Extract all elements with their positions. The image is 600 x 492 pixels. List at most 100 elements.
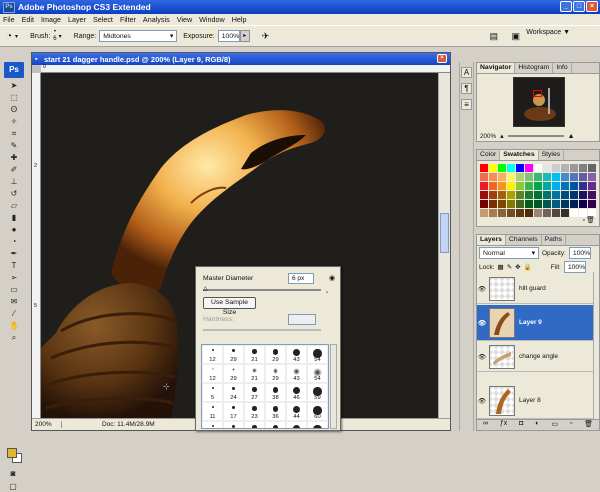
color-swatch[interactable]: [507, 164, 515, 172]
color-swatch[interactable]: [570, 191, 578, 199]
brush-picker-arrow-icon[interactable]: ▾: [59, 33, 62, 40]
menu-layer[interactable]: Layer: [68, 15, 86, 24]
color-swatch[interactable]: [552, 182, 560, 190]
delete-layer-icon[interactable]: 🗑: [584, 420, 593, 430]
eraser-tool-icon[interactable]: ▱: [8, 200, 20, 211]
paragraph-panel-icon[interactable]: ¶: [461, 83, 472, 94]
color-swatch[interactable]: [588, 191, 596, 199]
brush-preset[interactable]: 43: [265, 421, 286, 428]
clone-stamp-tool-icon[interactable]: ⊥: [8, 176, 20, 187]
brush-preset[interactable]: 36: [265, 402, 286, 421]
color-swatch[interactable]: [552, 173, 560, 181]
blur-tool-icon[interactable]: ●: [8, 224, 20, 235]
zoom-out-icon[interactable]: ▴: [500, 132, 504, 140]
color-swatch[interactable]: [516, 164, 524, 172]
tab-color[interactable]: Color: [477, 150, 501, 160]
color-swatch[interactable]: [489, 191, 497, 199]
color-swatch[interactable]: [525, 173, 533, 181]
brush-preset[interactable]: 11: [202, 402, 223, 421]
lock-pixels-icon[interactable]: ✎: [507, 263, 512, 271]
new-layer-icon[interactable]: ▫: [570, 420, 572, 430]
brush-preset[interactable]: 5: [202, 383, 223, 402]
slider-handle-icon[interactable]: △: [203, 285, 208, 292]
color-swatch[interactable]: [525, 209, 533, 217]
color-swatch[interactable]: [489, 173, 497, 181]
color-swatch[interactable]: [543, 173, 551, 181]
brush-preset[interactable]: 14: [202, 421, 223, 428]
scrollbar-thumb[interactable]: [440, 213, 449, 253]
exposure-input[interactable]: 100%: [217, 30, 240, 42]
brush-preset[interactable]: 21: [244, 345, 265, 364]
brush-preset[interactable]: 56: [286, 421, 307, 428]
lock-position-icon[interactable]: ✥: [515, 263, 520, 271]
visibility-eye-icon[interactable]: 👁: [477, 319, 487, 327]
brush-preset[interactable]: 29: [223, 345, 244, 364]
color-swatch[interactable]: [543, 164, 551, 172]
document-close-button[interactable]: ×: [437, 54, 447, 63]
pen-tool-icon[interactable]: ✒: [8, 248, 20, 259]
color-swatch[interactable]: [480, 164, 488, 172]
layer-row-hilt-guard[interactable]: 👁 hilt guard: [477, 274, 594, 304]
airbrush-icon[interactable]: ✈: [262, 31, 270, 42]
lasso-tool-icon[interactable]: ʘ: [8, 104, 20, 115]
color-swatch[interactable]: [561, 173, 569, 181]
view-area-indicator[interactable]: [533, 90, 542, 97]
color-swatch[interactable]: [525, 200, 533, 208]
zoom-level[interactable]: 200%: [32, 421, 62, 428]
vertical-scrollbar[interactable]: [438, 73, 450, 418]
minimize-button[interactable]: _: [560, 1, 572, 12]
brush-preset[interactable]: 38: [265, 383, 286, 402]
layer-row-layer-8[interactable]: 👁 Layer 8: [477, 383, 594, 419]
color-swatch[interactable]: [561, 164, 569, 172]
color-swatch[interactable]: [588, 182, 596, 190]
zoom-tool-icon[interactable]: ⌕: [8, 332, 20, 343]
color-swatch[interactable]: [552, 164, 560, 172]
dodge-tool-icon[interactable]: ◔: [6, 31, 12, 42]
color-swatch[interactable]: [534, 164, 542, 172]
color-swatch[interactable]: [561, 182, 569, 190]
close-button[interactable]: ×: [586, 1, 598, 12]
color-swatch[interactable]: [489, 209, 497, 217]
reset-diameter-icon[interactable]: ▫: [326, 290, 328, 296]
maximize-button[interactable]: □: [573, 1, 585, 12]
color-swatch[interactable]: [498, 173, 506, 181]
menu-help[interactable]: Help: [232, 15, 247, 24]
color-swatch[interactable]: [570, 173, 578, 181]
color-swatch[interactable]: [507, 173, 515, 181]
color-swatch[interactable]: [534, 209, 542, 217]
brush-preset[interactable]: 54: [307, 364, 328, 383]
menu-view[interactable]: View: [177, 15, 192, 24]
marquee-tool-icon[interactable]: ⬚: [8, 92, 20, 103]
dodge-tool-icon[interactable]: ◔: [8, 236, 20, 247]
exposure-slider-button[interactable]: ▸: [239, 30, 250, 42]
color-swatch[interactable]: [498, 209, 506, 217]
layer-mask-icon[interactable]: ◘: [519, 420, 523, 430]
color-swatch[interactable]: [516, 191, 524, 199]
color-swatch[interactable]: [579, 182, 587, 190]
brush-preset[interactable]: 59: [307, 383, 328, 402]
menu-file[interactable]: File: [3, 15, 15, 24]
trash-icon[interactable]: 🗑: [586, 216, 595, 224]
brush-preset[interactable]: 68: [307, 421, 328, 428]
color-swatch[interactable]: [570, 164, 578, 172]
color-swatch[interactable]: [552, 191, 560, 199]
tool-presets-icon[interactable]: ≡: [461, 99, 472, 110]
navigator-zoom[interactable]: 200%: [480, 133, 496, 140]
color-swatch[interactable]: [534, 173, 542, 181]
color-swatch[interactable]: [579, 191, 587, 199]
color-swatch[interactable]: [516, 182, 524, 190]
slice-tool-icon[interactable]: ✎: [8, 140, 20, 151]
brush-preset[interactable]: 29: [265, 364, 286, 383]
fill-input[interactable]: 100%: [563, 261, 586, 273]
brush-preset[interactable]: 33: [244, 421, 265, 428]
tab-navigator[interactable]: Navigator: [477, 63, 516, 73]
color-swatch[interactable]: [480, 200, 488, 208]
healing-brush-tool-icon[interactable]: ✚: [8, 152, 20, 163]
brush-preset[interactable]: 43: [286, 364, 307, 383]
file-browser-icon[interactable]: ▤: [489, 31, 498, 42]
color-swatch[interactable]: [489, 200, 497, 208]
layer-style-icon[interactable]: ƒx: [500, 420, 507, 430]
color-swatch[interactable]: [588, 173, 596, 181]
notes-tool-icon[interactable]: ✉: [8, 296, 20, 307]
blend-mode-select[interactable]: Normal ▾: [479, 247, 539, 259]
